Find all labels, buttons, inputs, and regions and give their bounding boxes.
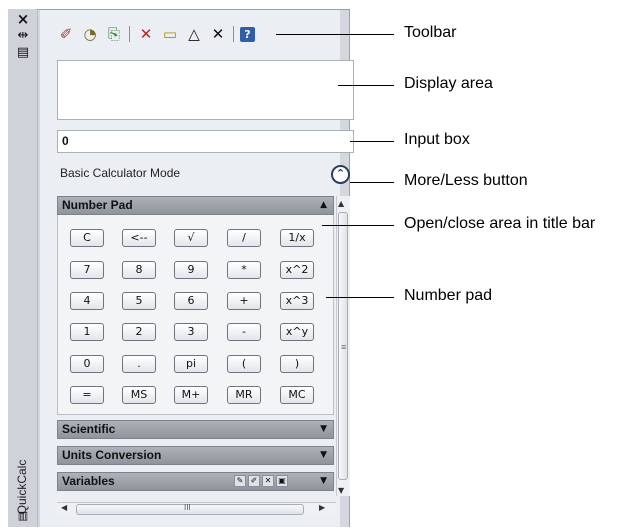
expand-arrow-icon[interactable]: ▼ xyxy=(320,473,327,490)
key-button[interactable]: + xyxy=(227,292,261,310)
variables-title: Variables xyxy=(62,474,115,488)
delete-variable-icon[interactable]: ✕ xyxy=(262,475,274,487)
scroll-grip: III xyxy=(184,503,191,512)
clear-history-icon[interactable]: ◔ xyxy=(80,24,100,44)
key-button[interactable]: 1 xyxy=(70,323,104,341)
key-button[interactable]: 1/x xyxy=(280,229,314,247)
input-box-callout: Input box xyxy=(404,131,470,148)
properties-icon[interactable]: ▤ xyxy=(14,46,32,60)
variables-title-bar[interactable]: Variables ✎ ✐ ✕ ▣ ▼ xyxy=(57,472,334,491)
key-button[interactable]: MR xyxy=(227,386,261,404)
key-button[interactable]: * xyxy=(227,261,261,279)
key-button[interactable]: 3 xyxy=(174,323,208,341)
key-button[interactable]: 8 xyxy=(122,261,156,279)
toolbar: ✐ ◔ ⎘ ✕ ▭ △ ✕ ? xyxy=(56,24,286,48)
scroll-down-icon[interactable]: ▼ xyxy=(338,486,344,495)
intersection-icon[interactable]: ✕ xyxy=(208,24,228,44)
get-coordinates-icon[interactable]: ✕ xyxy=(136,24,156,44)
input-box[interactable]: 0 xyxy=(57,130,354,153)
distance-icon[interactable]: ▭ xyxy=(160,24,180,44)
key-button[interactable]: - xyxy=(227,323,261,341)
close-icon[interactable]: × xyxy=(14,12,32,27)
scroll-up-icon[interactable]: ▲ xyxy=(338,199,344,208)
scientific-title-bar[interactable]: Scientific ▼ xyxy=(57,420,334,439)
key-button[interactable]: ) xyxy=(280,355,314,373)
key-button[interactable]: √ xyxy=(174,229,208,247)
open-close-callout-line xyxy=(322,225,394,226)
toolbar-separator xyxy=(233,26,234,42)
expand-arrow-icon[interactable]: ▼ xyxy=(320,421,327,438)
key-button[interactable]: 2 xyxy=(122,323,156,341)
return-variable-icon[interactable]: ▣ xyxy=(276,475,288,487)
clear-icon[interactable]: ✐ xyxy=(56,24,76,44)
key-button[interactable]: . xyxy=(122,355,156,373)
key-button[interactable]: MS xyxy=(122,386,156,404)
key-button[interactable]: x^y xyxy=(280,323,314,341)
key-button[interactable]: ( xyxy=(227,355,261,373)
key-button[interactable]: <-- xyxy=(122,229,156,247)
toolbar-separator xyxy=(129,26,130,42)
palette-side-strip: × ⇹ ▤ QuickCalc ▥ xyxy=(8,9,38,527)
display-area-callout: Display area xyxy=(404,75,493,92)
number-pad-callout: Number pad xyxy=(404,287,493,304)
scroll-right-icon[interactable]: ▶ xyxy=(319,503,325,512)
collapse-arrow-icon[interactable]: ▲ xyxy=(320,197,327,214)
more-less-callout-line xyxy=(350,182,394,183)
key-button[interactable]: = xyxy=(70,386,104,404)
scroll-grip: ≡ xyxy=(341,342,347,352)
new-variable-icon[interactable]: ✎ xyxy=(234,475,246,487)
key-button[interactable]: 9 xyxy=(174,261,208,279)
key-button[interactable]: MC xyxy=(280,386,314,404)
key-button[interactable]: x^3 xyxy=(280,292,314,310)
more-less-callout: More/Less button xyxy=(404,172,528,189)
key-button[interactable]: 7 xyxy=(70,261,104,279)
key-button[interactable]: 4 xyxy=(70,292,104,310)
key-button[interactable]: 6 xyxy=(174,292,208,310)
mode-label: Basic Calculator Mode xyxy=(60,166,181,180)
help-icon[interactable]: ? xyxy=(240,27,255,42)
expand-arrow-icon[interactable]: ▼ xyxy=(320,447,327,464)
key-button[interactable]: 5 xyxy=(122,292,156,310)
display-callout-line xyxy=(338,85,394,86)
scientific-title: Scientific xyxy=(62,422,116,436)
scroll-left-icon[interactable]: ◀ xyxy=(61,503,67,512)
units-conversion-title: Units Conversion xyxy=(62,448,162,462)
paste-icon[interactable]: ⎘ xyxy=(104,24,124,44)
input-callout-line xyxy=(350,141,394,142)
toolbar-callout-line xyxy=(276,34,394,35)
number-pad-title-bar[interactable]: Number Pad ▲ xyxy=(57,196,334,215)
display-area xyxy=(57,60,354,120)
key-button[interactable]: / xyxy=(227,229,261,247)
key-button[interactable]: 0 xyxy=(70,355,104,373)
palette-bottom-icon[interactable]: ▥ xyxy=(14,509,32,523)
edit-variable-icon[interactable]: ✐ xyxy=(248,475,260,487)
open-close-callout: Open/close area in title bar xyxy=(404,215,596,232)
angle-icon[interactable]: △ xyxy=(184,24,204,44)
autohide-icon[interactable]: ⇹ xyxy=(14,29,32,43)
number-pad-title: Number Pad xyxy=(62,198,133,212)
units-conversion-title-bar[interactable]: Units Conversion ▼ xyxy=(57,446,334,465)
key-button[interactable]: pi xyxy=(174,355,208,373)
key-button[interactable]: x^2 xyxy=(280,261,314,279)
number-pad-callout-line xyxy=(326,297,394,298)
key-button[interactable]: M+ xyxy=(174,386,208,404)
more-less-button[interactable]: ⌃ xyxy=(331,165,350,184)
toolbar-callout: Toolbar xyxy=(404,24,457,41)
key-button[interactable]: C xyxy=(70,229,104,247)
